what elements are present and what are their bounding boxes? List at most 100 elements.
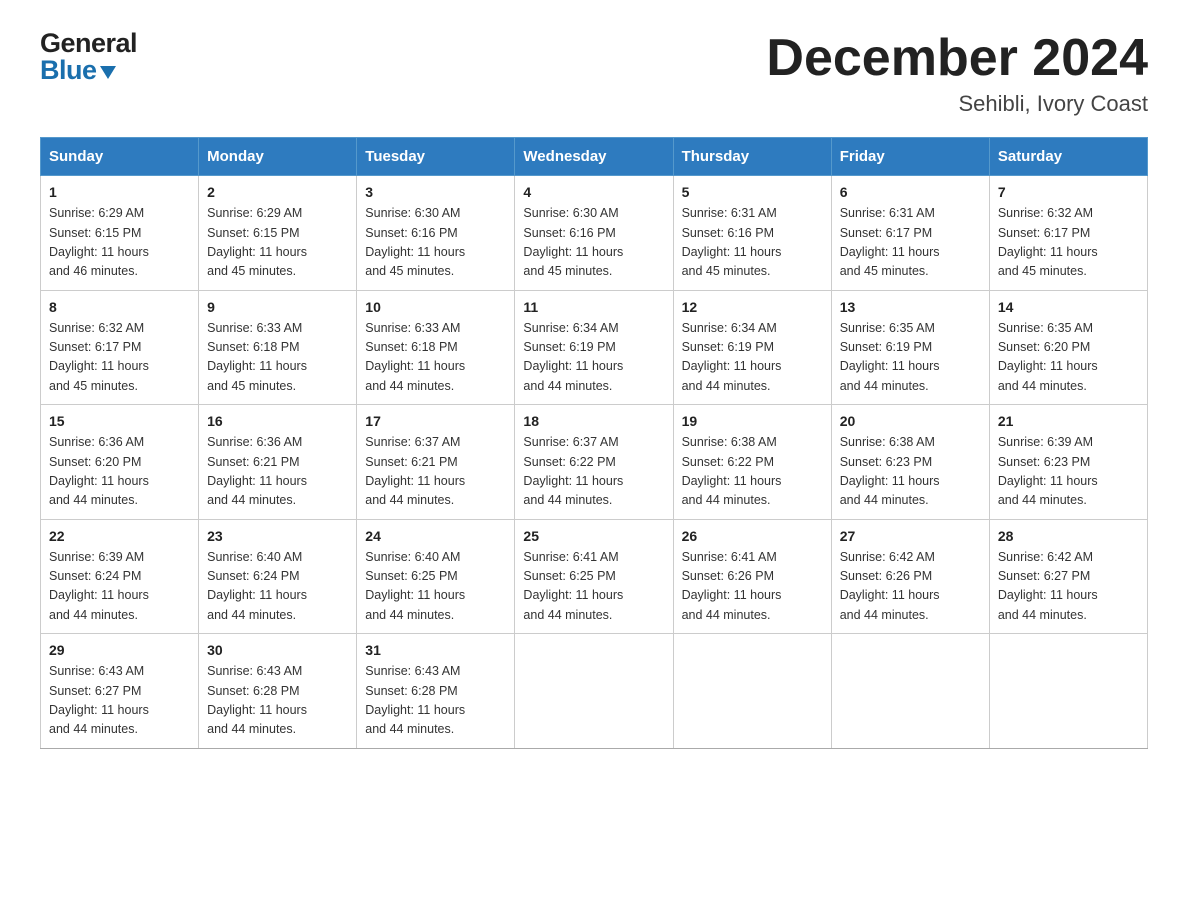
day-number: 31 (365, 642, 506, 658)
day-info: Sunrise: 6:43 AMSunset: 6:28 PMDaylight:… (207, 664, 307, 736)
day-cell-20: 20 Sunrise: 6:38 AMSunset: 6:23 PMDaylig… (831, 405, 989, 520)
day-number: 1 (49, 184, 190, 200)
day-cell-24: 24 Sunrise: 6:40 AMSunset: 6:25 PMDaylig… (357, 519, 515, 634)
day-cell-17: 17 Sunrise: 6:37 AMSunset: 6:21 PMDaylig… (357, 405, 515, 520)
day-number: 23 (207, 528, 348, 544)
day-number: 10 (365, 299, 506, 315)
day-number: 3 (365, 184, 506, 200)
empty-cell (831, 634, 989, 749)
empty-cell (673, 634, 831, 749)
day-number: 29 (49, 642, 190, 658)
empty-cell (515, 634, 673, 749)
day-cell-13: 13 Sunrise: 6:35 AMSunset: 6:19 PMDaylig… (831, 290, 989, 405)
day-number: 6 (840, 184, 981, 200)
day-info: Sunrise: 6:43 AMSunset: 6:28 PMDaylight:… (365, 664, 465, 736)
day-number: 11 (523, 299, 664, 315)
header-sunday: Sunday (41, 138, 199, 176)
week-row-4: 22 Sunrise: 6:39 AMSunset: 6:24 PMDaylig… (41, 519, 1148, 634)
day-info: Sunrise: 6:36 AMSunset: 6:20 PMDaylight:… (49, 435, 149, 507)
day-cell-28: 28 Sunrise: 6:42 AMSunset: 6:27 PMDaylig… (989, 519, 1147, 634)
day-info: Sunrise: 6:40 AMSunset: 6:24 PMDaylight:… (207, 550, 307, 622)
page-title: December 2024 (766, 30, 1148, 87)
day-info: Sunrise: 6:43 AMSunset: 6:27 PMDaylight:… (49, 664, 149, 736)
calendar-header: Sunday Monday Tuesday Wednesday Thursday… (41, 138, 1148, 176)
day-cell-11: 11 Sunrise: 6:34 AMSunset: 6:19 PMDaylig… (515, 290, 673, 405)
day-info: Sunrise: 6:41 AMSunset: 6:26 PMDaylight:… (682, 550, 782, 622)
day-info: Sunrise: 6:29 AMSunset: 6:15 PMDaylight:… (49, 206, 149, 278)
day-number: 19 (682, 413, 823, 429)
day-info: Sunrise: 6:30 AMSunset: 6:16 PMDaylight:… (365, 206, 465, 278)
day-number: 17 (365, 413, 506, 429)
day-cell-2: 2 Sunrise: 6:29 AMSunset: 6:15 PMDayligh… (199, 176, 357, 291)
day-cell-6: 6 Sunrise: 6:31 AMSunset: 6:17 PMDayligh… (831, 176, 989, 291)
day-number: 15 (49, 413, 190, 429)
day-info: Sunrise: 6:34 AMSunset: 6:19 PMDaylight:… (682, 321, 782, 393)
calendar-table: Sunday Monday Tuesday Wednesday Thursday… (40, 137, 1148, 749)
day-number: 26 (682, 528, 823, 544)
day-info: Sunrise: 6:30 AMSunset: 6:16 PMDaylight:… (523, 206, 623, 278)
day-cell-27: 27 Sunrise: 6:42 AMSunset: 6:26 PMDaylig… (831, 519, 989, 634)
page-subtitle: Sehibli, Ivory Coast (766, 91, 1148, 117)
day-info: Sunrise: 6:37 AMSunset: 6:21 PMDaylight:… (365, 435, 465, 507)
empty-cell (989, 634, 1147, 749)
day-info: Sunrise: 6:42 AMSunset: 6:27 PMDaylight:… (998, 550, 1098, 622)
day-number: 9 (207, 299, 348, 315)
header-friday: Friday (831, 138, 989, 176)
day-number: 5 (682, 184, 823, 200)
day-info: Sunrise: 6:32 AMSunset: 6:17 PMDaylight:… (49, 321, 149, 393)
title-area: December 2024 Sehibli, Ivory Coast (766, 30, 1148, 117)
week-row-3: 15 Sunrise: 6:36 AMSunset: 6:20 PMDaylig… (41, 405, 1148, 520)
day-info: Sunrise: 6:39 AMSunset: 6:23 PMDaylight:… (998, 435, 1098, 507)
day-number: 22 (49, 528, 190, 544)
day-cell-23: 23 Sunrise: 6:40 AMSunset: 6:24 PMDaylig… (199, 519, 357, 634)
day-cell-8: 8 Sunrise: 6:32 AMSunset: 6:17 PMDayligh… (41, 290, 199, 405)
day-cell-22: 22 Sunrise: 6:39 AMSunset: 6:24 PMDaylig… (41, 519, 199, 634)
day-cell-25: 25 Sunrise: 6:41 AMSunset: 6:25 PMDaylig… (515, 519, 673, 634)
header-wednesday: Wednesday (515, 138, 673, 176)
day-number: 16 (207, 413, 348, 429)
header-saturday: Saturday (989, 138, 1147, 176)
day-info: Sunrise: 6:31 AMSunset: 6:17 PMDaylight:… (840, 206, 940, 278)
day-number: 21 (998, 413, 1139, 429)
day-info: Sunrise: 6:31 AMSunset: 6:16 PMDaylight:… (682, 206, 782, 278)
day-info: Sunrise: 6:29 AMSunset: 6:15 PMDaylight:… (207, 206, 307, 278)
logo-general: General (40, 30, 137, 57)
day-cell-10: 10 Sunrise: 6:33 AMSunset: 6:18 PMDaylig… (357, 290, 515, 405)
day-cell-9: 9 Sunrise: 6:33 AMSunset: 6:18 PMDayligh… (199, 290, 357, 405)
day-info: Sunrise: 6:37 AMSunset: 6:22 PMDaylight:… (523, 435, 623, 507)
header-thursday: Thursday (673, 138, 831, 176)
day-cell-12: 12 Sunrise: 6:34 AMSunset: 6:19 PMDaylig… (673, 290, 831, 405)
day-number: 27 (840, 528, 981, 544)
day-cell-16: 16 Sunrise: 6:36 AMSunset: 6:21 PMDaylig… (199, 405, 357, 520)
day-number: 28 (998, 528, 1139, 544)
day-info: Sunrise: 6:33 AMSunset: 6:18 PMDaylight:… (207, 321, 307, 393)
day-number: 4 (523, 184, 664, 200)
day-info: Sunrise: 6:41 AMSunset: 6:25 PMDaylight:… (523, 550, 623, 622)
day-info: Sunrise: 6:40 AMSunset: 6:25 PMDaylight:… (365, 550, 465, 622)
day-number: 8 (49, 299, 190, 315)
day-cell-1: 1 Sunrise: 6:29 AMSunset: 6:15 PMDayligh… (41, 176, 199, 291)
logo: General Blue (40, 30, 137, 84)
day-cell-18: 18 Sunrise: 6:37 AMSunset: 6:22 PMDaylig… (515, 405, 673, 520)
header-tuesday: Tuesday (357, 138, 515, 176)
day-info: Sunrise: 6:34 AMSunset: 6:19 PMDaylight:… (523, 321, 623, 393)
day-number: 12 (682, 299, 823, 315)
day-info: Sunrise: 6:38 AMSunset: 6:22 PMDaylight:… (682, 435, 782, 507)
day-cell-14: 14 Sunrise: 6:35 AMSunset: 6:20 PMDaylig… (989, 290, 1147, 405)
day-cell-26: 26 Sunrise: 6:41 AMSunset: 6:26 PMDaylig… (673, 519, 831, 634)
page-header: General Blue December 2024 Sehibli, Ivor… (40, 30, 1148, 117)
day-info: Sunrise: 6:35 AMSunset: 6:20 PMDaylight:… (998, 321, 1098, 393)
day-number: 24 (365, 528, 506, 544)
day-number: 2 (207, 184, 348, 200)
day-number: 7 (998, 184, 1139, 200)
day-info: Sunrise: 6:38 AMSunset: 6:23 PMDaylight:… (840, 435, 940, 507)
logo-blue: Blue (40, 57, 137, 84)
day-number: 14 (998, 299, 1139, 315)
week-row-1: 1 Sunrise: 6:29 AMSunset: 6:15 PMDayligh… (41, 176, 1148, 291)
week-row-5: 29 Sunrise: 6:43 AMSunset: 6:27 PMDaylig… (41, 634, 1148, 749)
day-number: 25 (523, 528, 664, 544)
day-number: 13 (840, 299, 981, 315)
day-info: Sunrise: 6:32 AMSunset: 6:17 PMDaylight:… (998, 206, 1098, 278)
day-info: Sunrise: 6:35 AMSunset: 6:19 PMDaylight:… (840, 321, 940, 393)
day-cell-19: 19 Sunrise: 6:38 AMSunset: 6:22 PMDaylig… (673, 405, 831, 520)
